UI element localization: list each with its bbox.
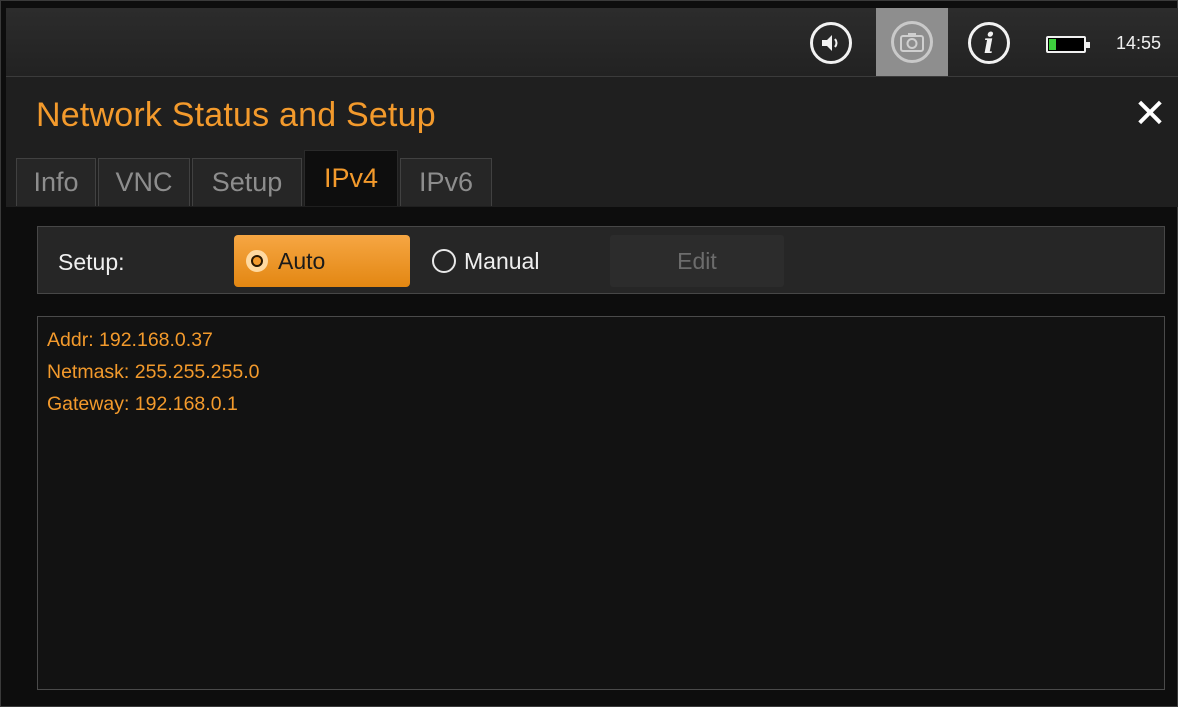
netmask-text: Netmask: 255.255.255.0 [47, 361, 260, 383]
page-title: Network Status and Setup [36, 96, 436, 134]
setup-bar: Setup: Auto Manual Edit [37, 226, 1165, 294]
setup-label: Setup: [58, 249, 125, 275]
auto-radio-button[interactable]: Auto [234, 235, 410, 287]
manual-label: Manual [464, 248, 540, 274]
gateway-text: Gateway: 192.168.0.1 [47, 393, 238, 415]
close-button[interactable]: ✕ [1130, 94, 1170, 134]
edit-button[interactable]: Edit [610, 235, 784, 287]
tab-info[interactable]: Info [16, 158, 96, 206]
info-icon[interactable]: i [966, 20, 1012, 66]
address-text: Addr: 192.168.0.37 [47, 329, 213, 351]
radio-unselected-icon [432, 249, 456, 273]
tab-vnc[interactable]: VNC [98, 158, 190, 206]
battery-icon [1046, 36, 1090, 53]
close-icon: ✕ [1133, 91, 1167, 137]
tab-ipv4[interactable]: IPv4 [304, 150, 398, 206]
speaker-icon[interactable] [808, 20, 854, 66]
status-bar: i 14:55 [6, 8, 1178, 77]
radio-selected-icon [246, 250, 268, 272]
ipv4-info-panel: Addr: 192.168.0.37 Netmask: 255.255.255.… [37, 316, 1165, 690]
manual-radio-button[interactable]: Manual [420, 235, 588, 287]
clock: 14:55 [1116, 33, 1162, 53]
battery-level [1049, 39, 1056, 50]
tab-setup[interactable]: Setup [192, 158, 302, 206]
auto-label: Auto [278, 248, 326, 274]
camera-button[interactable] [876, 8, 948, 76]
camera-icon [891, 21, 933, 63]
tab-ipv6[interactable]: IPv6 [400, 158, 492, 206]
